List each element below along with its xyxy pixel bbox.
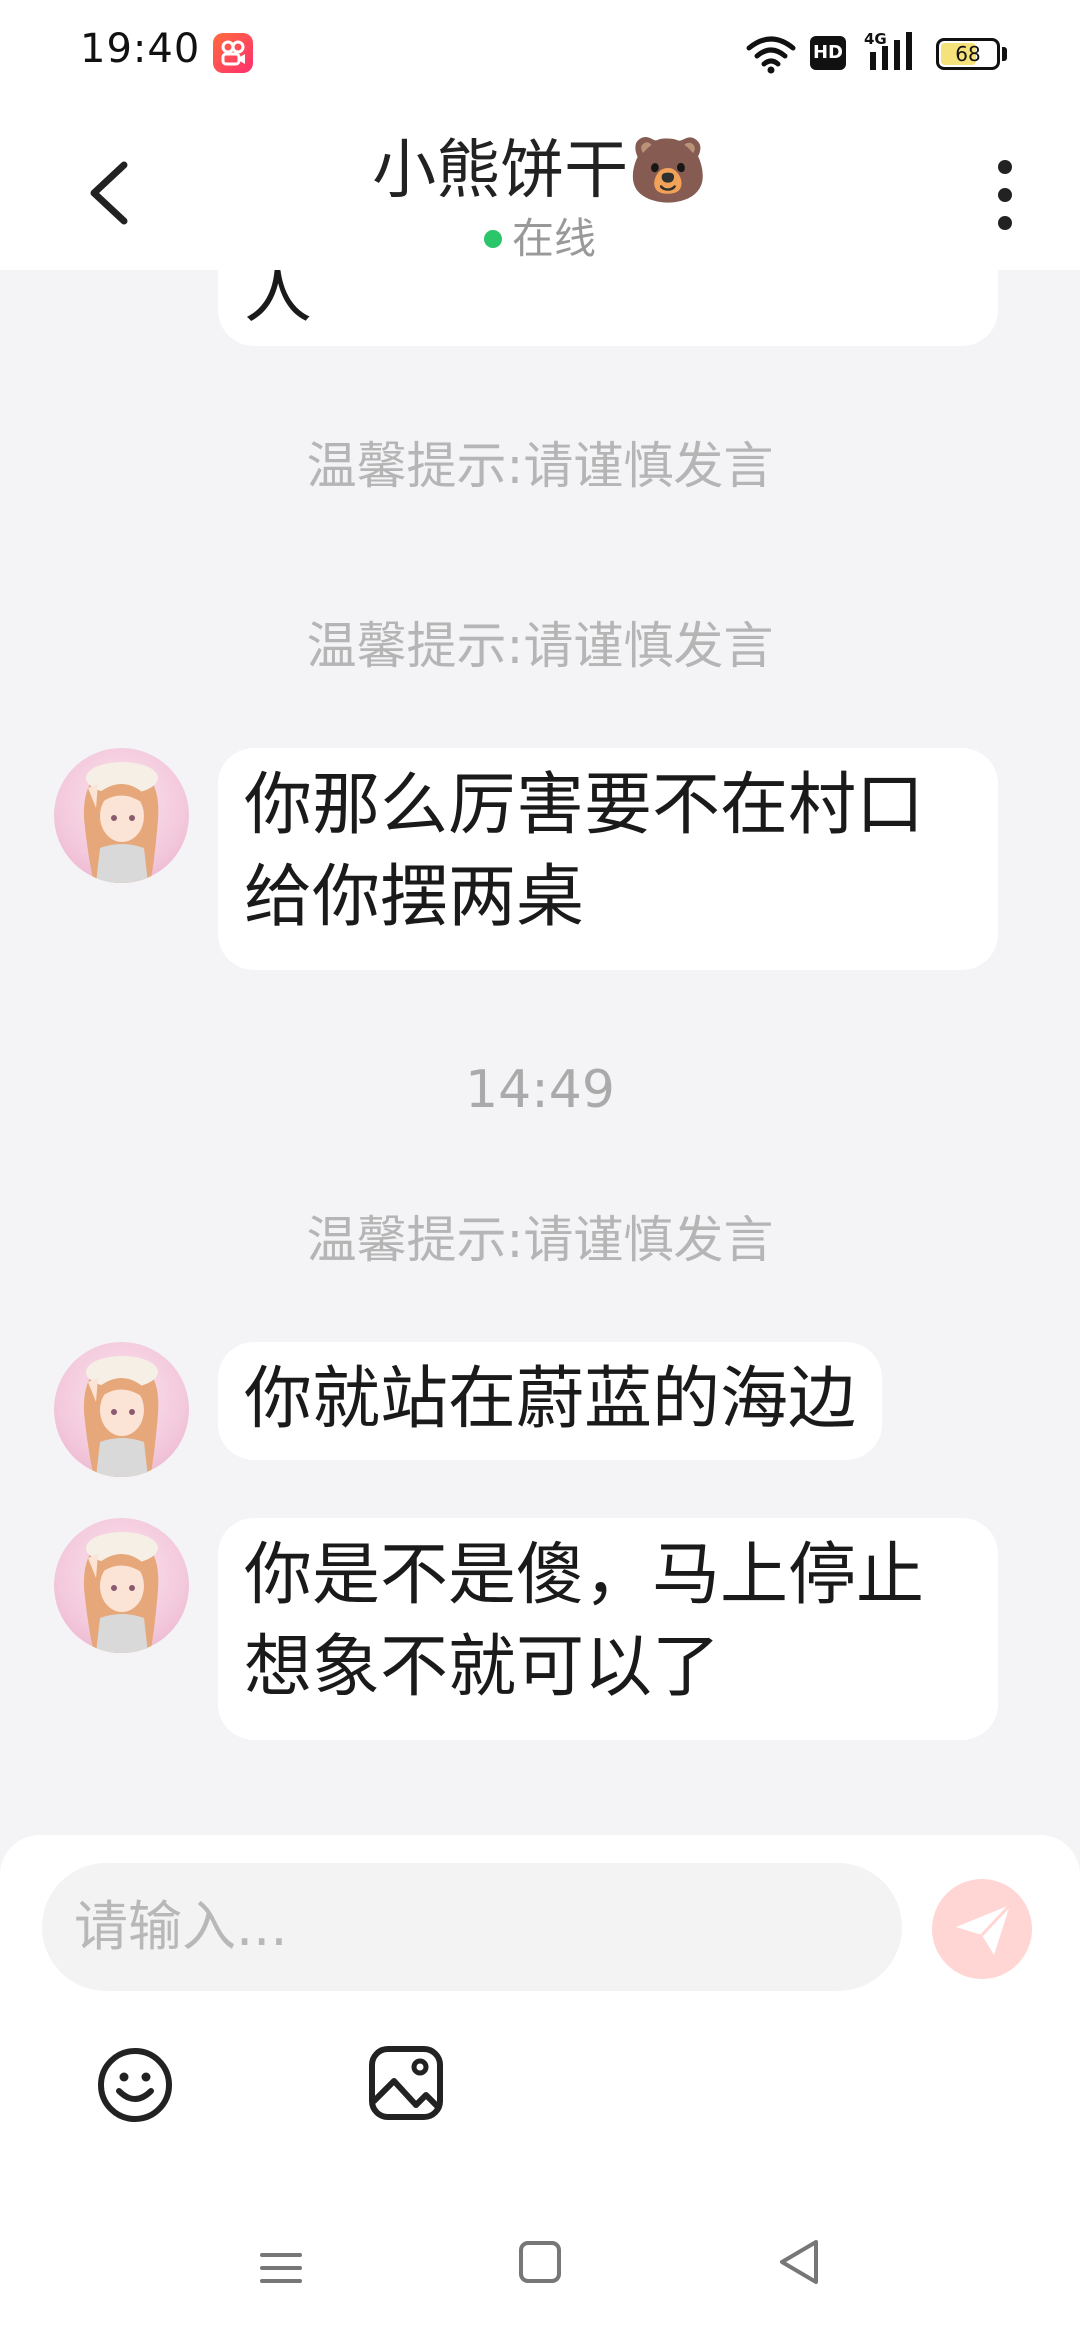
online-status-label: 在线 bbox=[511, 214, 596, 263]
wifi-icon bbox=[746, 36, 796, 74]
contact-name: 小熊饼干🐻 bbox=[372, 134, 708, 208]
signal-label: 4G bbox=[864, 30, 887, 48]
message-text: 你就站在蔚蓝的海边 bbox=[244, 1360, 857, 1439]
online-status: 在线 bbox=[0, 205, 1080, 266]
battery-nub bbox=[1002, 47, 1007, 61]
message-text: 你那么厉害要不在村口给你摆两桌 bbox=[244, 766, 925, 937]
online-dot-icon bbox=[483, 229, 502, 248]
safety-notice: 温馨提示:请谨慎发言 bbox=[306, 617, 774, 675]
back-triangle-icon[interactable] bbox=[778, 2238, 820, 2286]
message-bubble[interactable]: 你是不是傻，马上停止想象不就可以了 bbox=[218, 1518, 998, 1740]
image-icon[interactable] bbox=[368, 2045, 444, 2121]
signal-icon: 4G bbox=[864, 30, 912, 70]
safety-notice: 温馨提示:请谨慎发言 bbox=[306, 437, 774, 495]
chat-messages[interactable]: 人 温馨提示:请谨慎发言 温馨提示:请谨慎发言 你那么厉害要不在村口给你摆两桌 … bbox=[0, 270, 1080, 1835]
message-text: 你是不是傻，马上停止想象不就可以了 bbox=[244, 1536, 925, 1707]
status-bar: 19:40 HD 4G 68 bbox=[0, 0, 1080, 105]
contact-avatar[interactable] bbox=[54, 1342, 189, 1477]
more-options-icon[interactable] bbox=[985, 155, 1025, 235]
battery-level: 68 bbox=[955, 42, 981, 66]
home-square-icon[interactable] bbox=[518, 2240, 562, 2284]
message-text: 人 bbox=[244, 270, 313, 333]
hd-badge: HD bbox=[810, 36, 846, 70]
message-bubble[interactable]: 人 bbox=[218, 270, 998, 346]
battery-icon: 68 bbox=[936, 38, 1000, 70]
video-app-icon bbox=[213, 33, 253, 73]
paper-plane-icon bbox=[956, 1903, 1012, 1955]
time-separator: 14:49 bbox=[465, 1060, 615, 1120]
chat-header: 小熊饼干🐻 在线 bbox=[0, 105, 1080, 270]
contact-avatar[interactable] bbox=[54, 748, 189, 883]
message-bubble[interactable]: 你就站在蔚蓝的海边 bbox=[218, 1342, 883, 1460]
message-bubble[interactable]: 你那么厉害要不在村口给你摆两桌 bbox=[218, 748, 998, 970]
contact-avatar[interactable] bbox=[54, 1518, 189, 1653]
smiley-icon[interactable] bbox=[95, 2045, 175, 2125]
menu-icon[interactable] bbox=[258, 2245, 304, 2291]
safety-notice: 温馨提示:请谨慎发言 bbox=[306, 1211, 774, 1269]
send-button[interactable] bbox=[932, 1879, 1032, 1979]
status-time: 19:40 bbox=[80, 26, 201, 72]
message-input[interactable]: 请输入... bbox=[42, 1863, 902, 1991]
